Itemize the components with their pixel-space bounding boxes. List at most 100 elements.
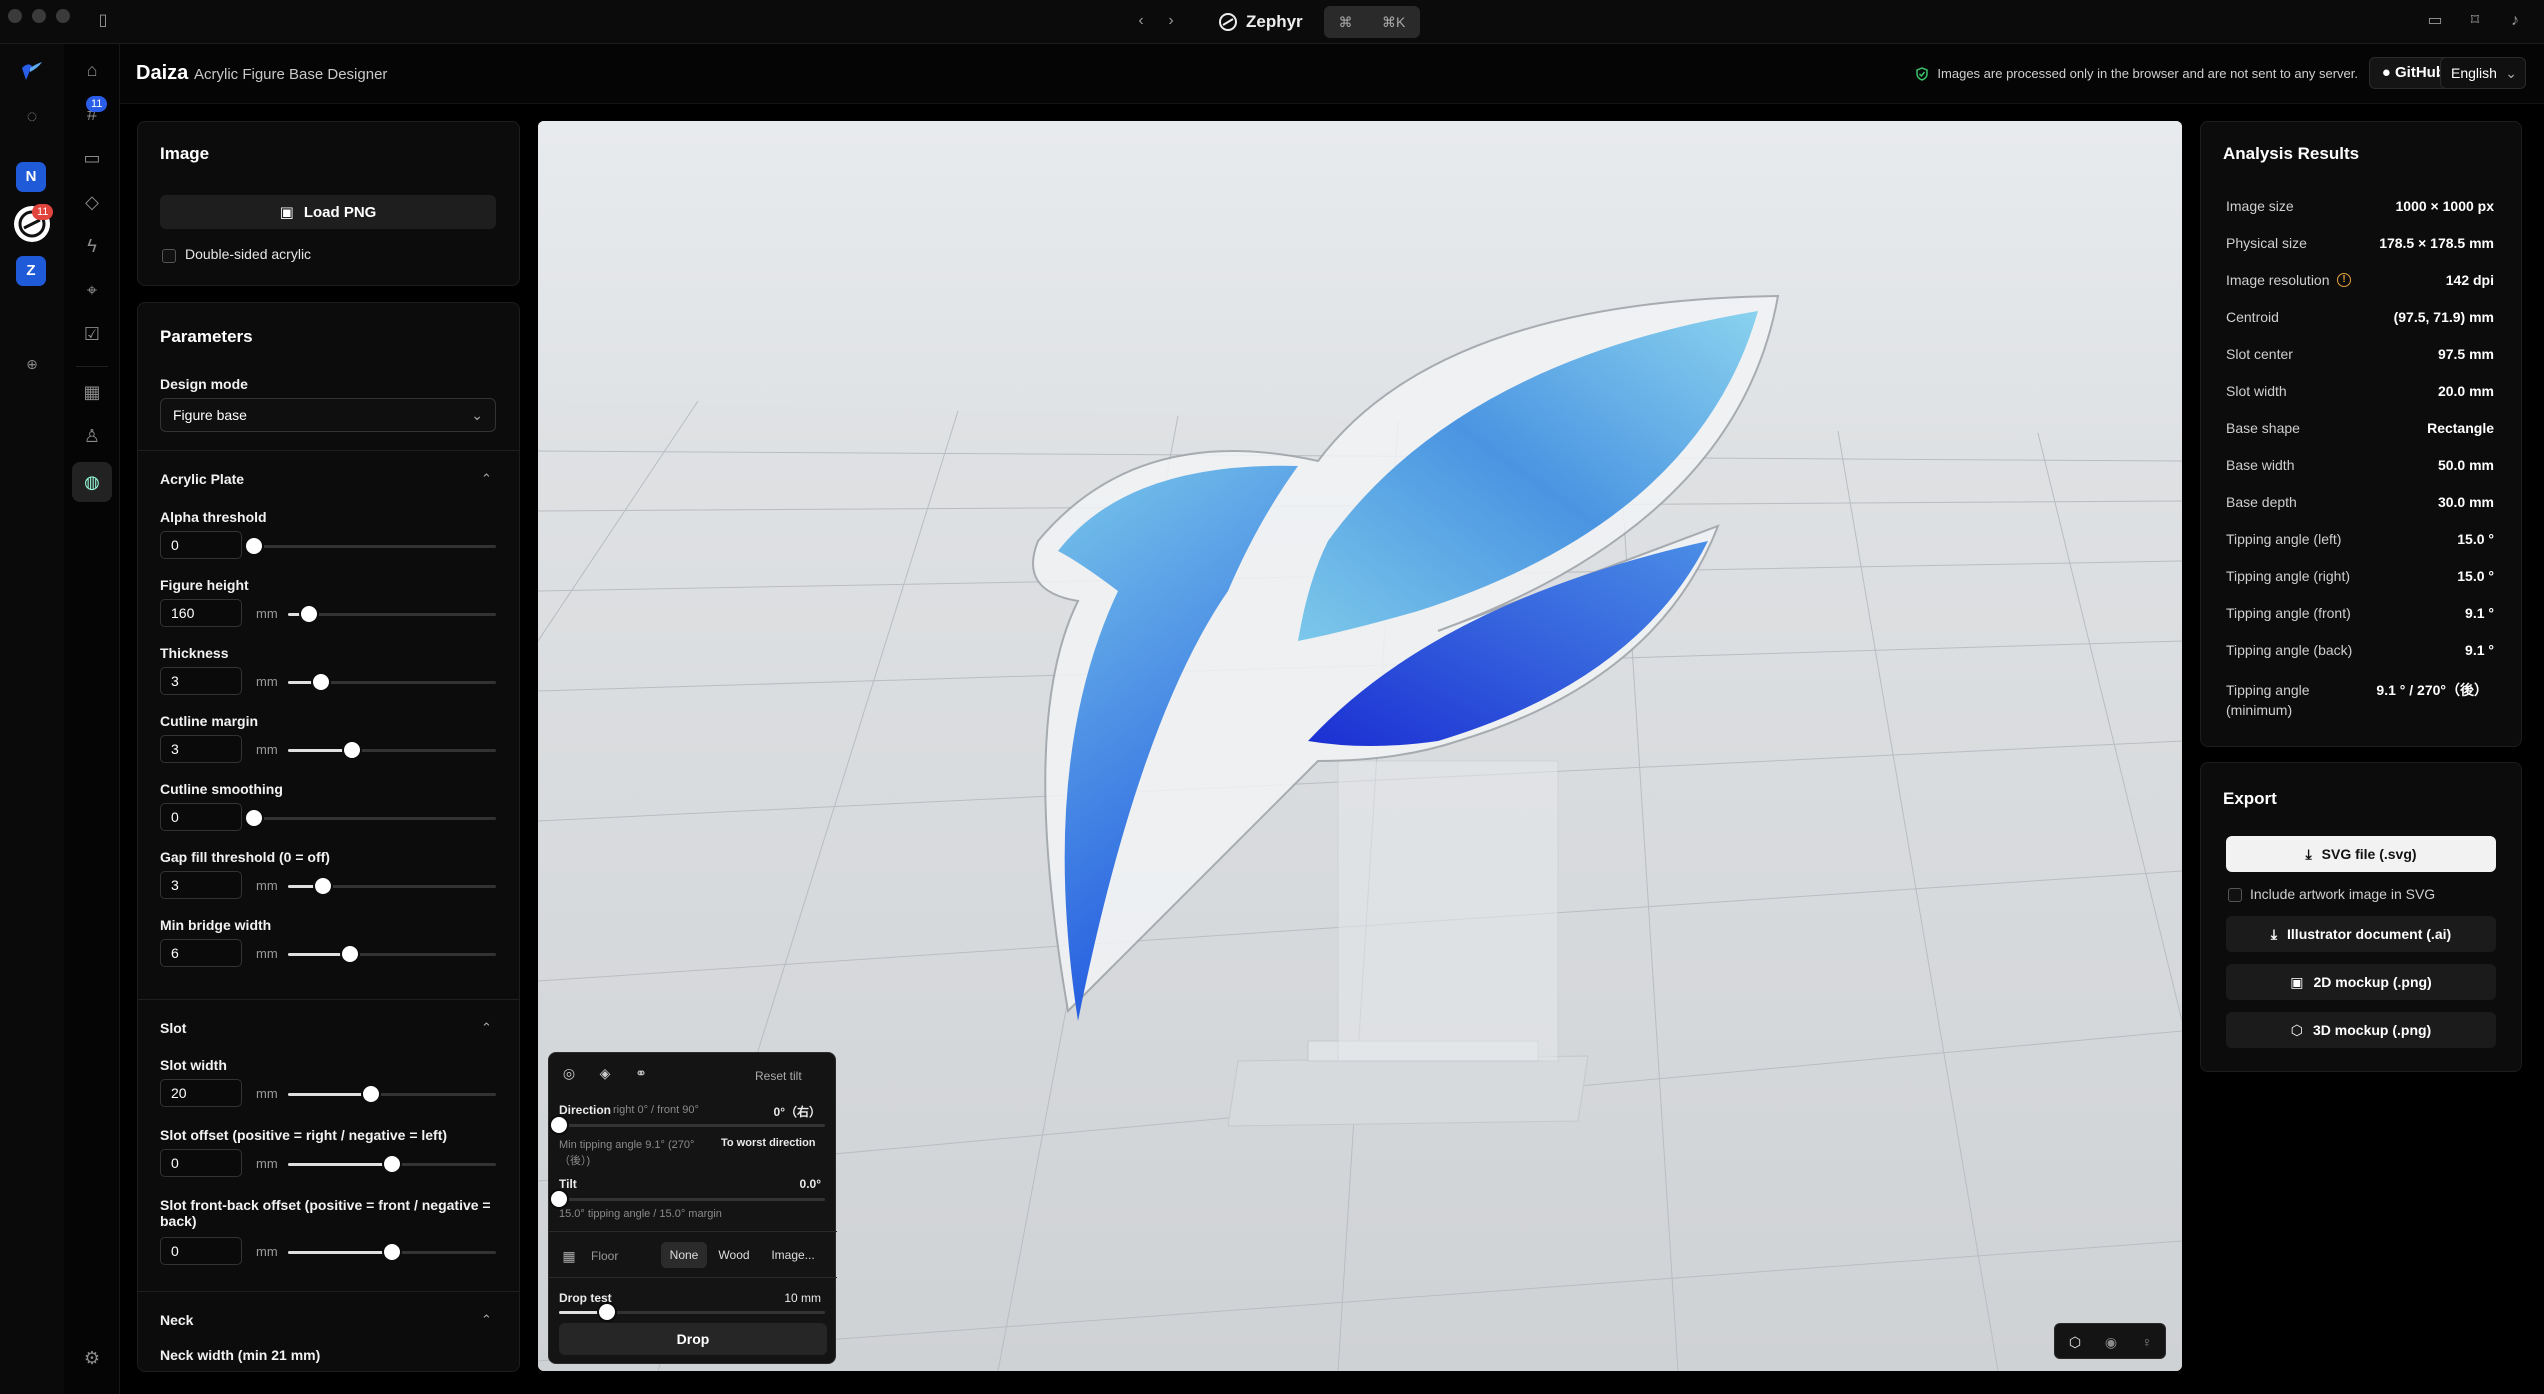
figure-height-slider-thumb[interactable] <box>300 606 317 622</box>
link-icon[interactable]: ⚭ <box>627 1059 655 1087</box>
double-sided-checkbox[interactable] <box>162 249 176 263</box>
slot-width-input[interactable]: 20 <box>160 1079 242 1107</box>
sidebar-toggle-icon[interactable]: ▯ <box>92 10 114 32</box>
cube-view-icon[interactable]: ⬡ <box>2061 1328 2089 1356</box>
min-bridge-width-slider-thumb[interactable] <box>342 946 359 962</box>
cutline-smoothing-input[interactable]: 0 <box>160 803 242 831</box>
cutline-margin-input[interactable]: 3 <box>160 735 242 763</box>
worst-direction-button[interactable]: To worst direction <box>721 1137 816 1149</box>
folder-icon[interactable]: ▭ <box>78 144 106 172</box>
workspace-n[interactable]: N <box>16 162 46 192</box>
slot-offset-positive-right-negative-left-input[interactable]: 0 <box>160 1149 242 1177</box>
language-select[interactable]: English ⌄ <box>2440 57 2526 89</box>
command-palette-button[interactable]: ⌘ ⌘K <box>1324 6 1420 38</box>
min-bridge-width-slider[interactable] <box>288 946 496 962</box>
bolt-icon[interactable]: ϟ <box>78 232 106 260</box>
bell-icon[interactable]: ♪ <box>2504 10 2526 32</box>
export-svg-button[interactable]: ⤓ SVG file (.svg) <box>2226 836 2496 872</box>
warning-icon[interactable]: ! <box>2337 273 2351 287</box>
slot-width-unit: mm <box>256 1086 278 1101</box>
chat-icon[interactable]: ◌ <box>18 102 46 130</box>
telescope-icon[interactable]: ⌖ <box>78 276 106 304</box>
slot-width-slider-thumb[interactable] <box>363 1086 380 1102</box>
cutline-margin-slider[interactable] <box>288 742 496 758</box>
settings-gear-icon[interactable]: ⚙ <box>78 1344 106 1372</box>
slot-front-back-offset-positive-front-negative-back-unit: mm <box>256 1244 278 1259</box>
tilt-slider[interactable] <box>551 1191 825 1207</box>
figure-height-slider[interactable] <box>288 606 496 622</box>
bookmark-icon[interactable]: ⌑ <box>2464 10 2486 32</box>
export-2d-mockup-button[interactable]: ▣ 2D mockup (.png) <box>2226 964 2496 1000</box>
checklist-icon[interactable]: ☑ <box>78 320 106 348</box>
app-switcher[interactable]: Zephyr <box>1218 8 1303 36</box>
gap-fill-threshold-0-off-slider[interactable] <box>288 878 496 894</box>
export-ai-button[interactable]: ⤓ Illustrator document (.ai) <box>2226 916 2496 952</box>
slot-front-back-offset-positive-front-negative-back-slider-thumb[interactable] <box>384 1244 400 1260</box>
target-icon[interactable]: ◎ <box>555 1059 583 1087</box>
cutline-margin-slider-thumb[interactable] <box>344 742 361 758</box>
cutline-smoothing-slider-thumb[interactable] <box>246 810 262 826</box>
figure-height-input[interactable]: 160 <box>160 599 242 627</box>
floor-option-none[interactable]: None <box>661 1242 707 1268</box>
workspace-z[interactable]: Z <box>16 256 46 286</box>
drop-test-slider-thumb[interactable] <box>598 1304 615 1320</box>
add-workspace-icon[interactable]: ⊕ <box>18 350 46 378</box>
cutline-margin-label: Cutline margin <box>160 713 259 729</box>
gap-fill-threshold-0-off-input[interactable]: 3 <box>160 871 242 899</box>
analysis-value-min: 9.1 ° / 270°（後） <box>2376 682 2488 698</box>
load-png-button[interactable]: ▣ Load PNG <box>160 195 496 229</box>
book-icon[interactable]: ▭ <box>2424 10 2446 32</box>
nav-forward-icon[interactable]: › <box>1160 10 1182 32</box>
daiza-logo-icon[interactable] <box>20 60 44 82</box>
floor-option-wood[interactable]: Wood <box>711 1242 757 1268</box>
window-zoom-button[interactable] <box>56 9 70 23</box>
thickness-slider-thumb[interactable] <box>313 674 330 690</box>
min-key-line1: Tipping angle <box>2226 682 2310 698</box>
figure-scale-icon[interactable]: ♀ <box>2133 1328 2161 1356</box>
analysis-value: 50.0 mm <box>2437 457 2494 473</box>
reset-tilt-button[interactable]: Reset tilt <box>755 1069 802 1083</box>
export-3d-mockup-button[interactable]: ⬡ 3D mockup (.png) <box>2226 1012 2496 1048</box>
include-artwork-checkbox[interactable] <box>2228 888 2242 902</box>
analysis-value: 9.1 ° <box>2465 605 2494 621</box>
thickness-input[interactable]: 3 <box>160 667 242 695</box>
export-svg-label: SVG file (.svg) <box>2321 846 2417 862</box>
chevron-up-icon[interactable]: ⌃ <box>481 1312 492 1328</box>
tilt-slider-thumb[interactable] <box>551 1191 567 1207</box>
figure-base-icon: ◍ <box>84 472 100 492</box>
chevron-up-icon[interactable]: ⌃ <box>481 471 492 487</box>
gap-fill-threshold-0-off-slider-thumb[interactable] <box>315 878 332 894</box>
shapes-icon[interactable]: ◇ <box>78 188 106 216</box>
slot-offset-positive-right-negative-left-slider-thumb[interactable] <box>384 1156 400 1172</box>
slot-offset-positive-right-negative-left-slider[interactable] <box>288 1156 496 1172</box>
slot-front-back-offset-positive-front-negative-back-slider[interactable] <box>288 1244 496 1260</box>
apps-icon[interactable]: ▦ <box>78 378 106 406</box>
window-close-button[interactable] <box>8 9 22 23</box>
home-icon[interactable]: ⌂ <box>78 56 106 84</box>
min-bridge-width-input[interactable]: 6 <box>160 939 242 967</box>
drop-button[interactable]: Drop <box>559 1323 827 1355</box>
nav-back-icon[interactable]: ‹ <box>1130 10 1152 32</box>
slot-width-slider[interactable] <box>288 1086 496 1102</box>
drop-test-slider[interactable] <box>559 1304 825 1320</box>
slot-width-slider-fill <box>288 1093 372 1096</box>
alpha-threshold-slider[interactable] <box>246 538 496 554</box>
thickness-slider[interactable] <box>288 674 496 690</box>
design-mode-select[interactable]: Figure base ⌄ <box>160 398 496 432</box>
direction-slider[interactable] <box>551 1117 825 1133</box>
analysis-key: Base width <box>2226 457 2295 473</box>
privacy-text: Images are processed only in the browser… <box>1937 66 2358 81</box>
direction-slider-thumb[interactable] <box>551 1117 567 1133</box>
alpha-threshold-input[interactable]: 0 <box>160 531 242 559</box>
layers-icon[interactable]: ◈ <box>591 1059 619 1087</box>
figure-icon[interactable]: ♙ <box>78 422 106 450</box>
user-avatar-icon[interactable]: ♟ <box>18 1388 46 1394</box>
slot-front-back-offset-positive-front-negative-back-input[interactable]: 0 <box>160 1237 242 1265</box>
alpha-threshold-slider-thumb[interactable] <box>246 538 262 554</box>
floor-option-image[interactable]: Image... <box>761 1242 825 1268</box>
cutline-smoothing-slider[interactable] <box>246 810 496 826</box>
chevron-up-icon[interactable]: ⌃ <box>481 1020 492 1036</box>
window-minimize-button[interactable] <box>32 9 46 23</box>
daiza-app-tile[interactable]: ◍ <box>72 462 112 502</box>
eye-icon[interactable]: ◉ <box>2097 1328 2125 1356</box>
